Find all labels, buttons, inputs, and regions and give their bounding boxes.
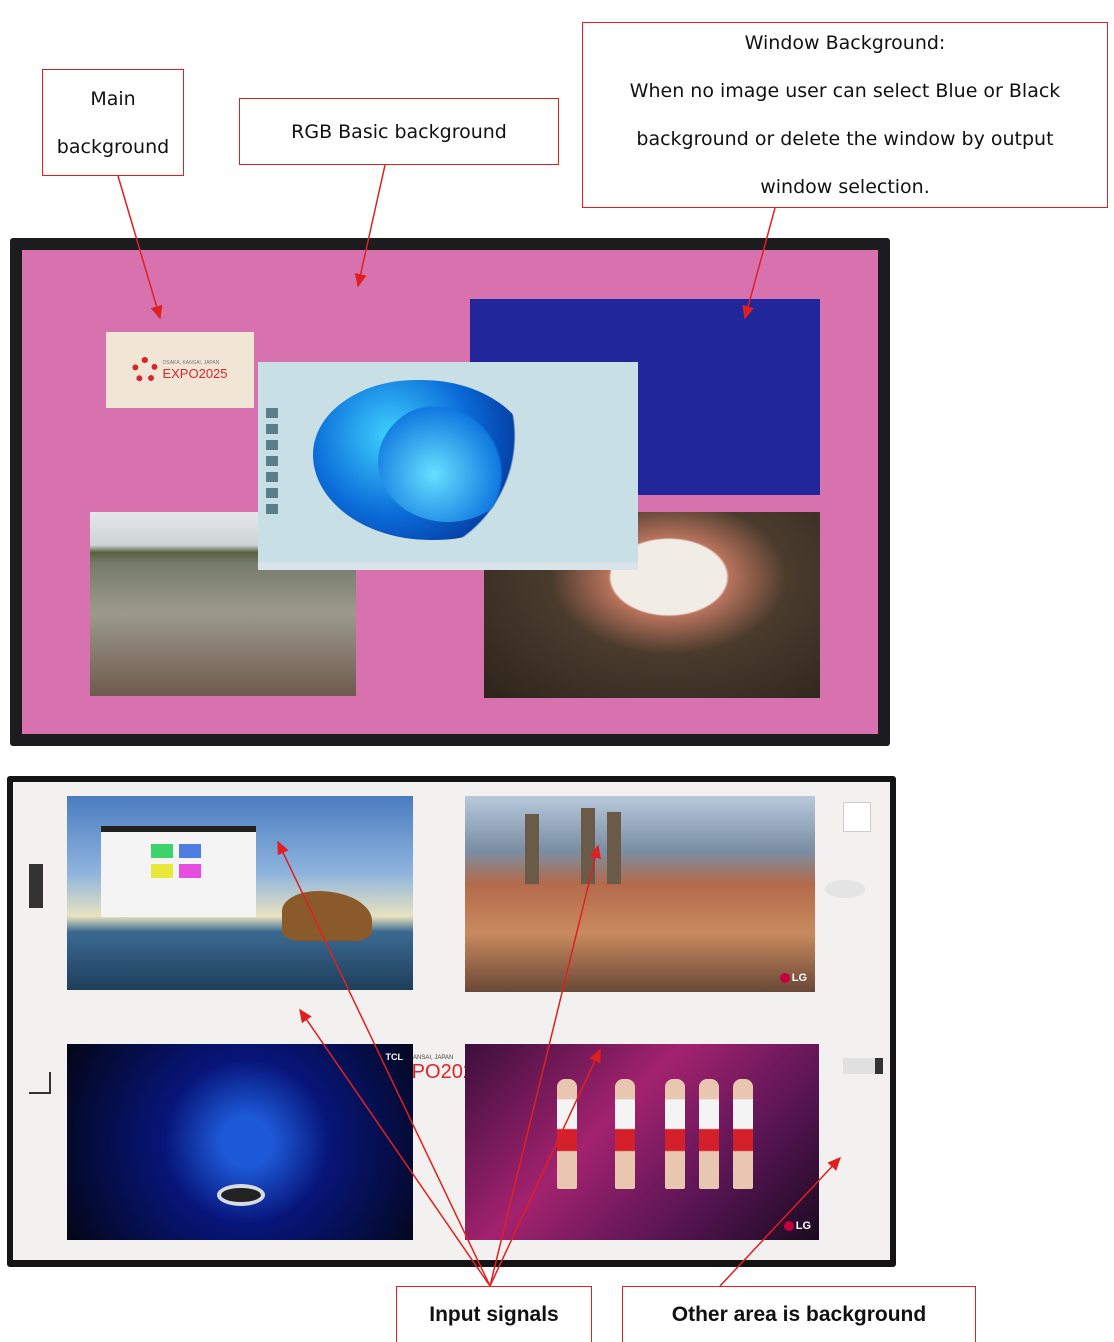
arrow-input-city [489,844,601,1287]
callout-other-area: Other area is background [622,1286,976,1342]
callout-input-text: Input signals [429,1302,559,1326]
arrow-main-background [117,175,163,320]
callout-other-text: Other area is background [671,1302,927,1326]
arrow-other-area [719,1156,842,1287]
arrow-input-water [299,1008,491,1287]
arrow-rgb-background [354,164,386,288]
arrow-input-stage [489,1048,601,1287]
callout-input-signals: Input signals [396,1286,592,1342]
arrow-input-landscape [277,840,491,1287]
arrow-window-background [742,207,776,320]
annotation-arrows [117,164,842,1287]
